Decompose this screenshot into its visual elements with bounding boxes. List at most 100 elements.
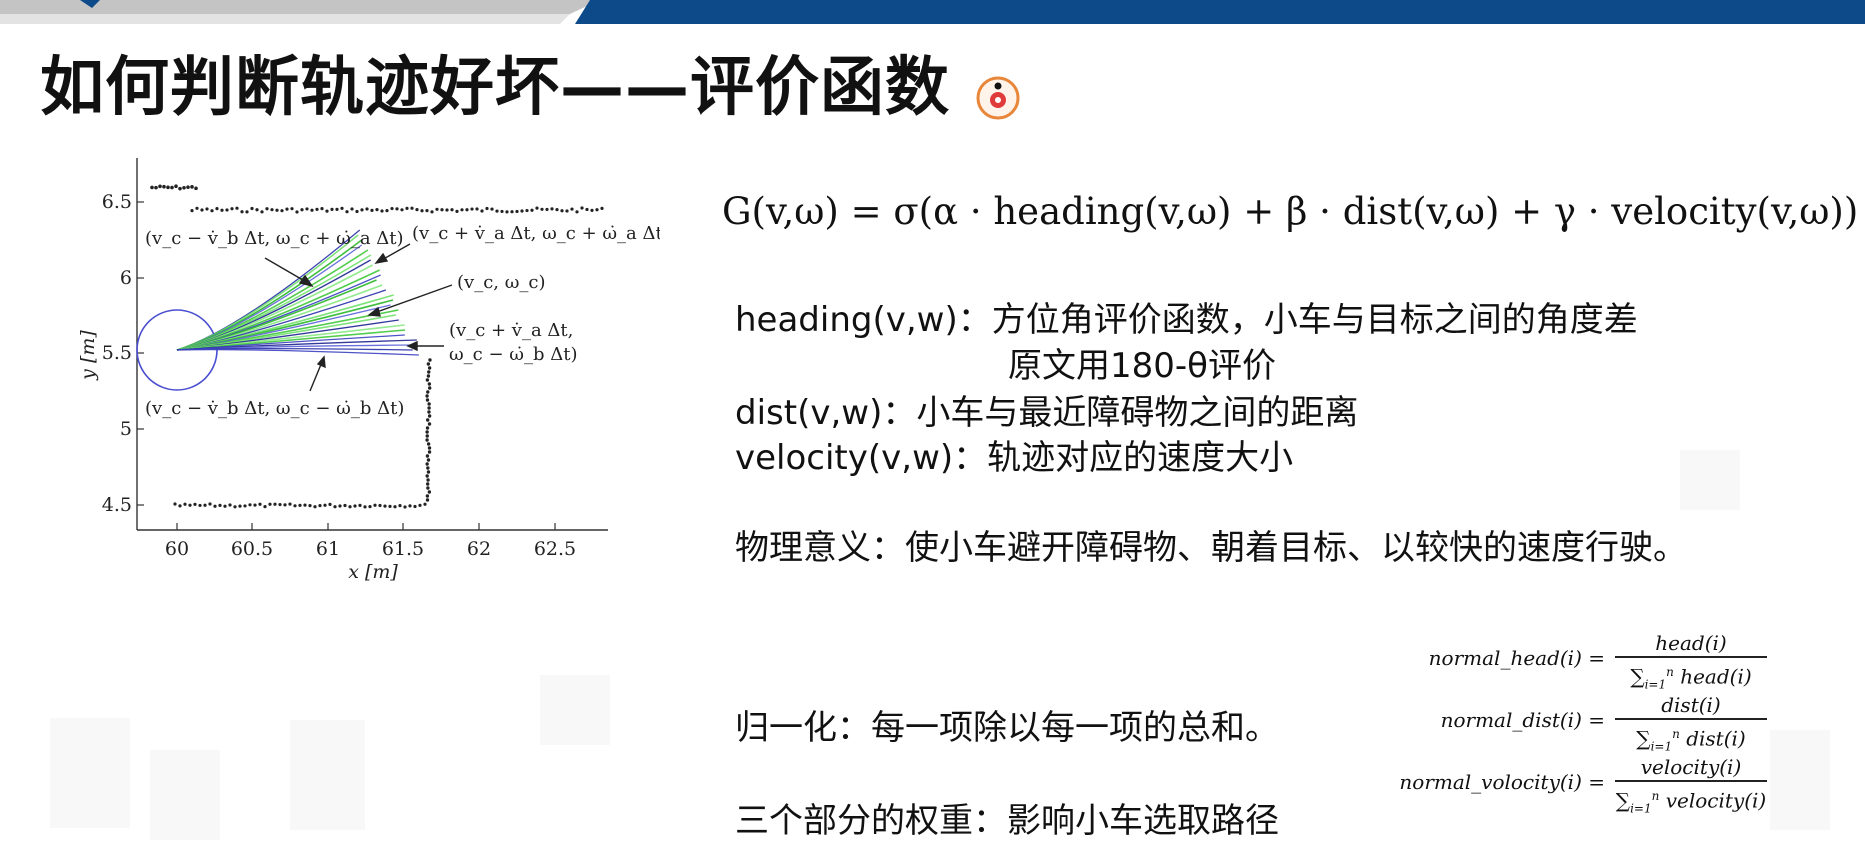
obstacle-point bbox=[325, 209, 329, 213]
obstacle-point bbox=[198, 503, 202, 508]
obstacle-point bbox=[348, 505, 352, 509]
obstacle-point bbox=[378, 503, 382, 508]
obstacle-point bbox=[345, 210, 349, 214]
obstacle-point bbox=[427, 410, 431, 414]
top-banner bbox=[0, 0, 1865, 26]
obstacle-point bbox=[295, 210, 299, 214]
obstacle-point bbox=[318, 503, 322, 508]
x-axis-label: x [m] bbox=[348, 561, 398, 583]
obstacle-point bbox=[400, 208, 404, 212]
x-tick-label: 60.5 bbox=[231, 538, 273, 560]
obstacle-point bbox=[255, 208, 259, 212]
obstacle-point bbox=[530, 208, 534, 212]
obstacle-point bbox=[330, 207, 334, 212]
obstacle-point bbox=[427, 414, 432, 418]
denominator: ∑i=1n dist(i) bbox=[1636, 726, 1746, 754]
obstacle-point bbox=[215, 207, 219, 211]
background-shape bbox=[540, 675, 610, 745]
obstacle-point bbox=[427, 370, 431, 374]
obstacle-point bbox=[303, 503, 307, 507]
obstacle-point bbox=[315, 207, 319, 211]
obstacle-point bbox=[355, 209, 359, 214]
y-tick-label: 5 bbox=[120, 418, 132, 440]
obstacle-point bbox=[273, 502, 277, 506]
background-shape bbox=[290, 720, 365, 830]
obstacle-point bbox=[373, 503, 377, 507]
obstacle-point bbox=[218, 503, 222, 507]
obstacle-point bbox=[423, 502, 427, 506]
obstacle-point bbox=[328, 502, 332, 506]
obstacle-point bbox=[230, 207, 234, 211]
obstacle-point bbox=[515, 209, 519, 214]
obstacle-point bbox=[313, 505, 317, 509]
obstacle-point bbox=[210, 209, 214, 213]
obstacle-point bbox=[290, 207, 294, 211]
annotation-label: (v_c + v̇_a Δt, ω_c + ω̇_a Δt) bbox=[412, 223, 660, 244]
obstacle-point bbox=[525, 208, 529, 213]
formula-label: normal_dist(i) = bbox=[1440, 708, 1605, 732]
obstacle-point bbox=[480, 209, 484, 213]
obstacle-point bbox=[154, 185, 158, 190]
obstacle-point bbox=[194, 186, 198, 191]
obstacle-point bbox=[470, 207, 474, 211]
obstacle-point bbox=[555, 207, 559, 212]
physical-meaning: 物理意义：使小车避开障碍物、朝着目标、以较快的速度行驶。 bbox=[735, 528, 1687, 568]
obstacle-point bbox=[520, 209, 524, 213]
obstacle-point bbox=[335, 207, 339, 212]
fraction: head(i) ∑i=1n head(i) bbox=[1611, 630, 1771, 692]
obstacle-point bbox=[225, 208, 229, 212]
obstacle-point bbox=[235, 206, 239, 210]
obstacle-point bbox=[358, 503, 362, 507]
heading-note: 原文用180-θ评价 bbox=[1008, 346, 1276, 386]
obstacle-point bbox=[203, 503, 207, 507]
obstacle-point bbox=[280, 209, 284, 213]
obstacle-point bbox=[285, 207, 289, 211]
obstacle-point bbox=[150, 185, 154, 190]
obstacle-point bbox=[418, 503, 422, 507]
velocity-definition: velocity(v,w)：轨迹对应的速度大小 bbox=[735, 438, 1294, 478]
annotation-label: (v_c − v̇_b Δt, ω_c + ω̇_a Δt) bbox=[145, 228, 404, 249]
obstacle-point bbox=[238, 504, 242, 508]
obstacle-point bbox=[205, 207, 209, 211]
obstacle-point bbox=[405, 206, 409, 210]
obstacle-point bbox=[428, 358, 432, 362]
obstacle-point bbox=[425, 494, 430, 498]
obstacle-point bbox=[233, 505, 237, 509]
obstacle-point bbox=[545, 207, 549, 212]
obstacle-point bbox=[425, 482, 430, 486]
obstacle-point bbox=[425, 454, 430, 458]
obstacle-point bbox=[275, 208, 279, 212]
obstacle-point bbox=[268, 502, 272, 506]
obstacle-point bbox=[220, 208, 224, 212]
obstacle-point bbox=[193, 502, 197, 506]
obstacle-point bbox=[426, 478, 430, 482]
obstacle-point bbox=[427, 402, 431, 406]
obstacle-point bbox=[426, 390, 430, 394]
normalization-text: 归一化：每一项除以每一项的总和。 bbox=[735, 708, 1279, 748]
trajectory-line bbox=[176, 348, 419, 356]
obstacle-point bbox=[253, 503, 257, 507]
obstacle-point bbox=[186, 185, 190, 190]
obstacle-point bbox=[200, 208, 204, 212]
normal-dist-formula: normal_dist(i) = dist(i) ∑i=1n dist(i) bbox=[1355, 692, 1775, 754]
obstacle-point bbox=[535, 206, 539, 210]
obstacle-point bbox=[298, 503, 302, 507]
obstacle-point bbox=[426, 466, 430, 470]
obstacle-point bbox=[288, 502, 292, 506]
obstacle-point bbox=[293, 504, 297, 508]
background-shape bbox=[1770, 730, 1830, 830]
obstacle-point bbox=[495, 209, 499, 213]
obstacle-point bbox=[550, 207, 554, 211]
annotation-label: (v_c − v̇_b Δt, ω_c − ω̇_b Δt) bbox=[145, 398, 404, 419]
obstacle-point bbox=[208, 502, 212, 506]
obstacle-point bbox=[426, 442, 431, 446]
obstacle-point bbox=[580, 206, 584, 210]
normal-head-formula: normal_head(i) = head(i) ∑i=1n head(i) bbox=[1355, 630, 1775, 692]
obstacle-point bbox=[323, 503, 327, 507]
obstacle-point bbox=[510, 210, 514, 214]
obstacle-point bbox=[310, 208, 314, 212]
numerator: dist(i) bbox=[1661, 693, 1721, 717]
normal-velocity-formula: normal_volocity(i) = velocity(i) ∑i=1n v… bbox=[1355, 754, 1775, 816]
obstacle-point bbox=[338, 504, 342, 508]
obstacle-point bbox=[475, 207, 479, 211]
